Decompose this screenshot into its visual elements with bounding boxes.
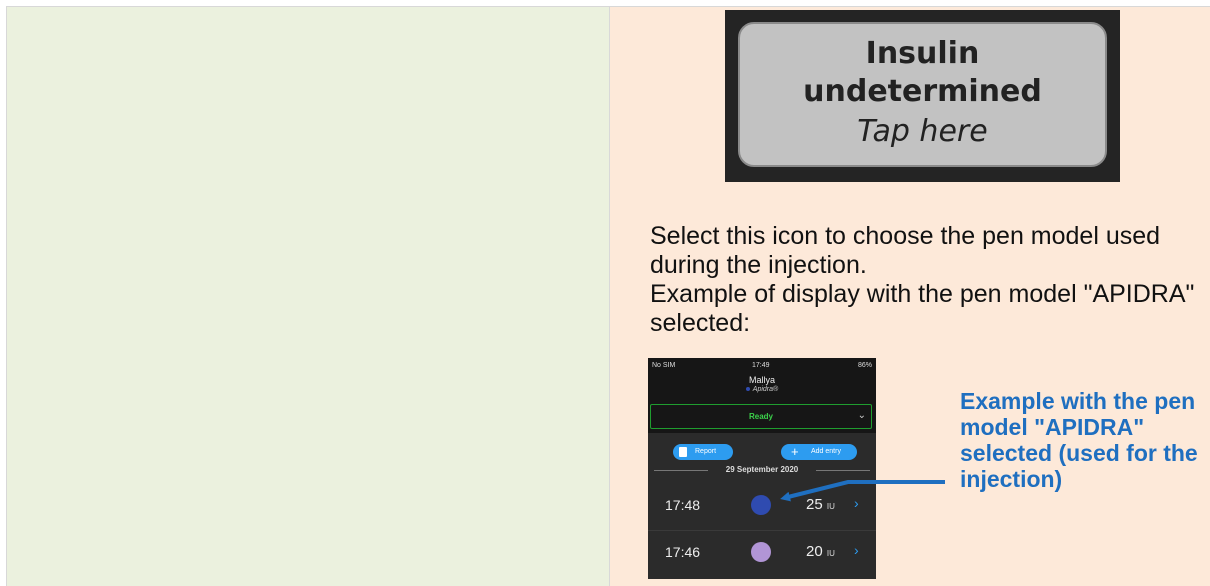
dose-value: 20 [806,543,823,560]
phone-screenshot: No SIM 17:49 86% Mallya Apidra® Ready ⌄ … [648,358,876,579]
plus-icon: + [791,444,799,459]
add-entry-label: Add entry [811,448,841,455]
chevron-down-icon: ⌄ [857,410,866,421]
phone-header: No SIM 17:49 86% Mallya Apidra® Ready ⌄ [648,358,876,433]
entry-time: 17:46 [665,544,701,560]
entry-row[interactable]: 17:46 20 IU › [648,531,876,575]
description-paragraph-1: Select this icon to choose the pen model… [650,222,1161,279]
dose-unit: IU [826,502,835,511]
add-entry-button[interactable]: + Add entry [781,444,857,460]
chevron-right-icon: › [854,495,859,511]
description-paragraph-2: Example of display with the pen model "A… [650,280,1195,337]
undetermined-label: undetermined [803,74,1042,109]
insulin-undetermined-button[interactable]: Insulin undetermined Tap here [738,22,1107,167]
insulin-button-image: Insulin undetermined Tap here [725,10,1120,182]
pen-color-dot [751,495,771,515]
battery-label: 86% [857,362,872,369]
status-dropdown[interactable]: Ready ⌄ [650,404,872,429]
report-button[interactable]: Report [673,444,733,460]
callout-text: Example with the pen model "APIDRA" sele… [960,388,1198,492]
carrier-label: No SIM [652,362,676,369]
report-label: Report [695,448,717,455]
entry-dose: 25 IU [806,496,835,513]
dose-unit: IU [826,549,835,558]
dose-value: 25 [806,496,823,513]
user-name: Mallya [748,375,775,385]
tap-here-label: Tap here [857,114,988,149]
entry-row[interactable]: 17:48 25 IU › [648,484,876,528]
description: Select this icon to choose the pen model… [650,222,1200,338]
pen-model-name: Apidra® [752,386,779,393]
insulin-label: Insulin [865,36,980,71]
entry-time: 17:48 [665,497,701,513]
pen-color-dot [745,387,750,392]
status-label: Ready [748,412,773,421]
document-icon [679,447,687,457]
chevron-right-icon: › [854,542,859,558]
entry-dose: 20 IU [806,543,835,560]
left-cell [6,6,610,586]
date-divider-right [816,470,870,471]
status-time: 17:49 [752,362,770,369]
pen-color-dot [751,542,771,562]
pen-model-label: Apidra® [648,386,876,393]
